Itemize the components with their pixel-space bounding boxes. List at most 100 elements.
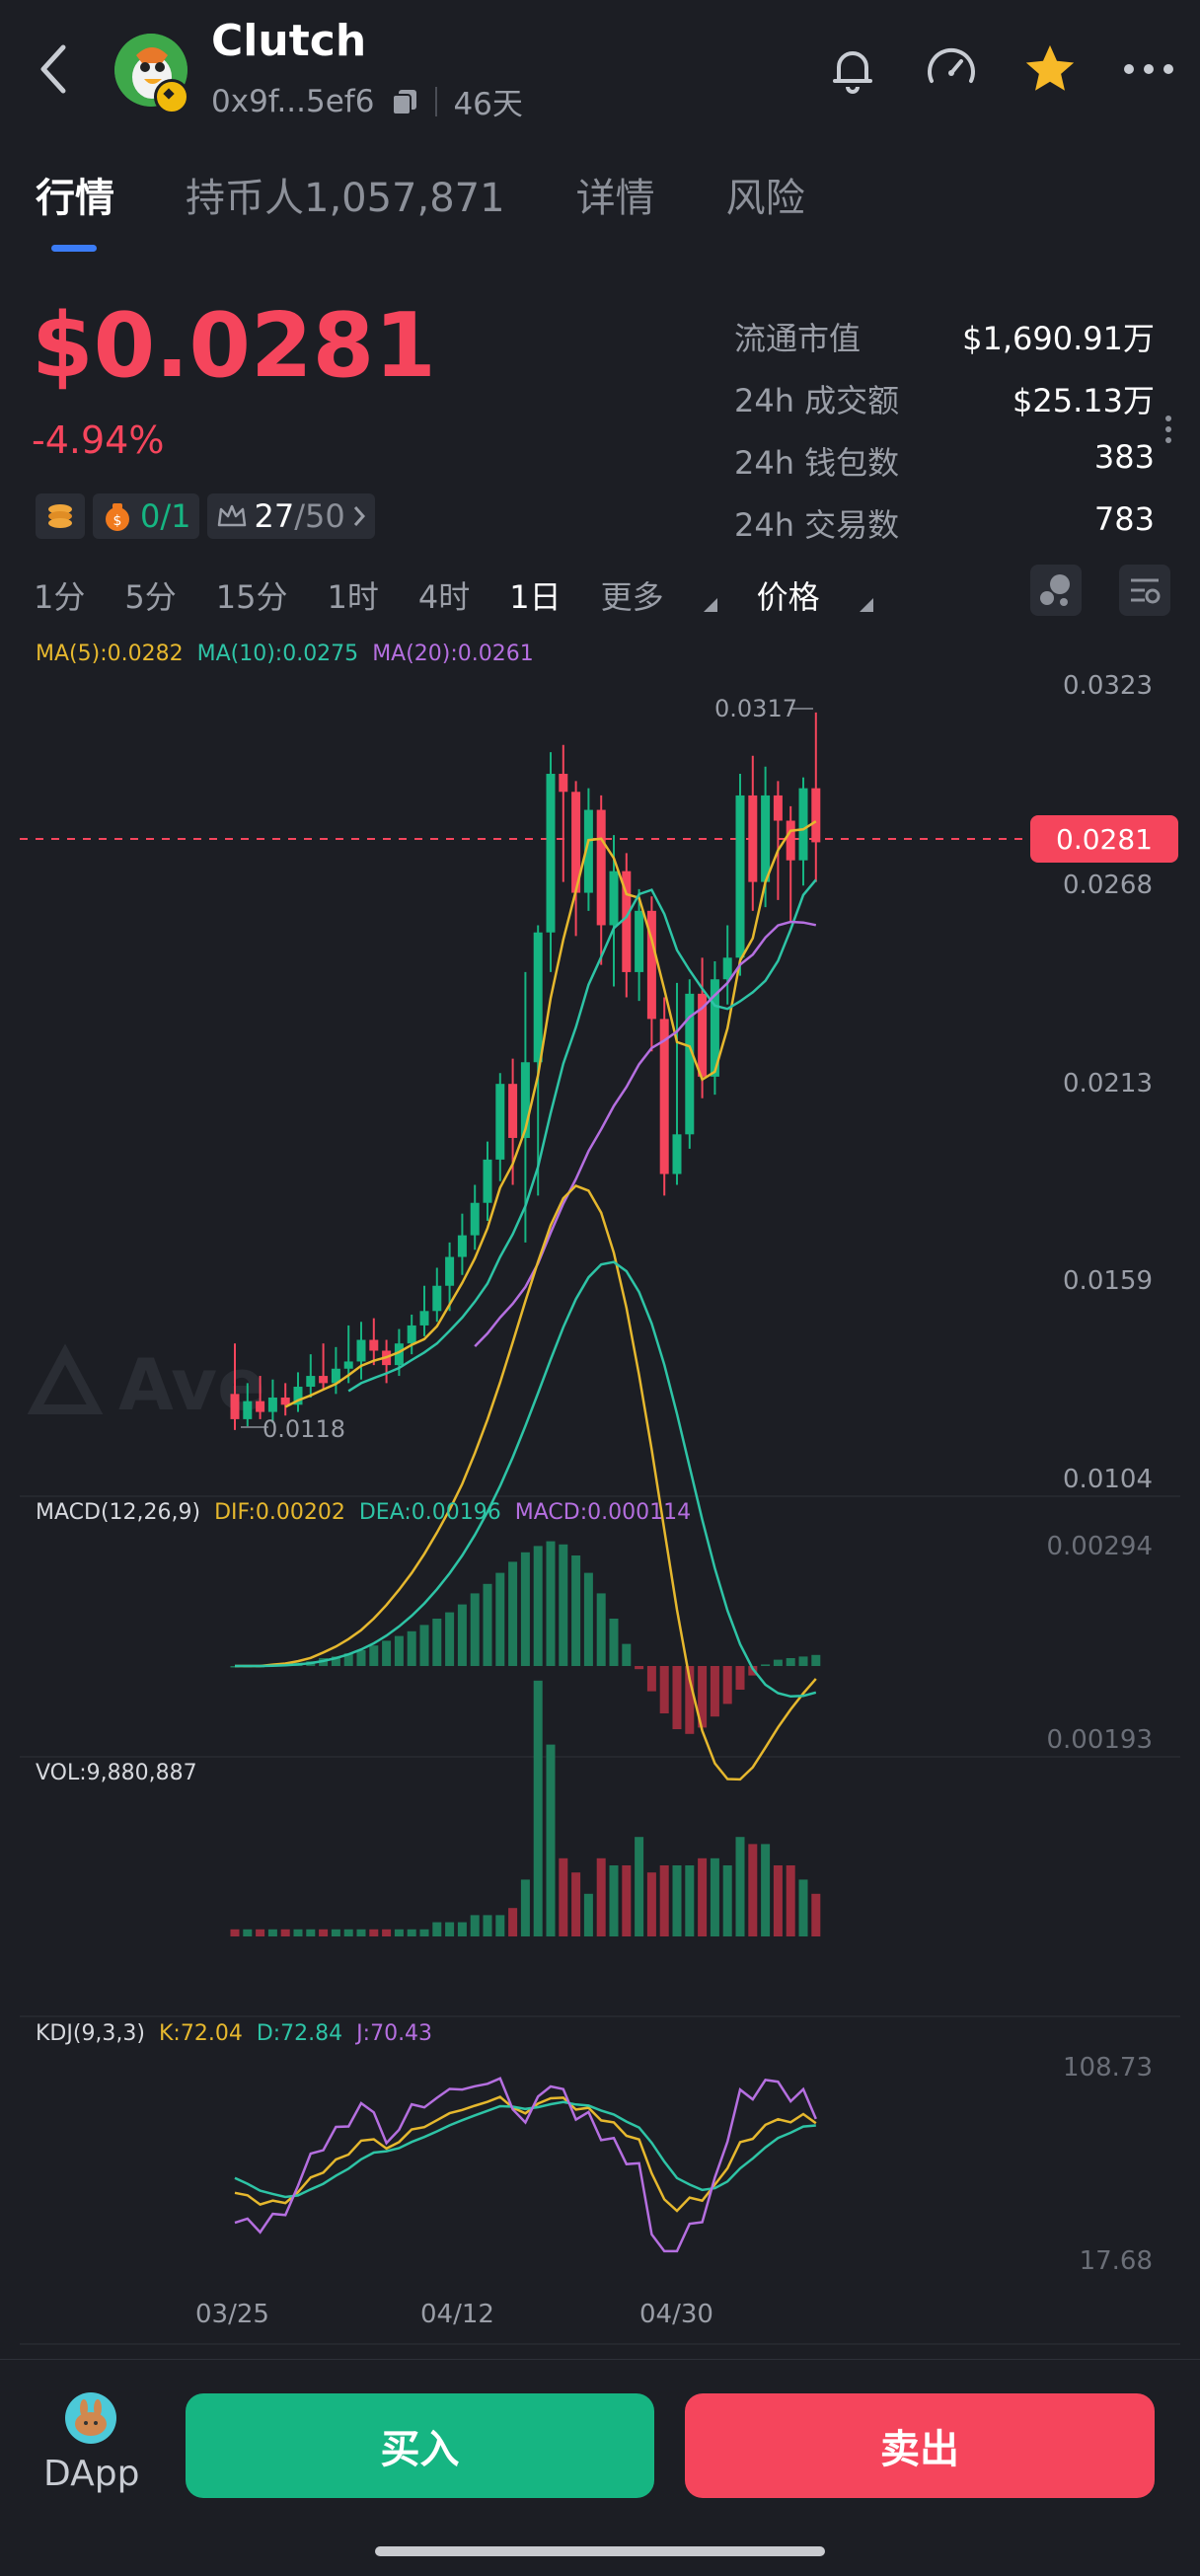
macd-bar	[646, 1666, 656, 1692]
macd-bar	[369, 1645, 379, 1666]
candle	[230, 1394, 240, 1419]
volume-bar	[811, 1893, 821, 1936]
macd-bar	[622, 1643, 632, 1666]
candle	[407, 1325, 416, 1344]
candle	[559, 774, 568, 793]
volume-bar	[722, 1865, 732, 1936]
volume-bar	[786, 1865, 795, 1936]
candle	[356, 1339, 366, 1362]
volume-bar	[559, 1857, 568, 1936]
candle	[343, 1361, 353, 1369]
candle	[761, 795, 771, 882]
candle	[798, 788, 808, 861]
macd-axis-label: 0.00193	[1046, 1725, 1153, 1755]
macd-bar	[432, 1619, 442, 1666]
k-line	[234, 2095, 817, 2213]
candle	[508, 1084, 518, 1138]
price-axis-label: 0.0323	[1063, 671, 1153, 701]
candle	[786, 820, 795, 861]
kdj-axis-label: 17.68	[1079, 2246, 1153, 2276]
volume-bar	[243, 1929, 253, 1936]
candle	[672, 1134, 682, 1174]
macd-bar	[596, 1593, 606, 1666]
volume-bar	[356, 1929, 366, 1936]
volume-bar	[546, 1744, 556, 1936]
volume-bar	[483, 1915, 492, 1936]
macd-bar	[635, 1666, 644, 1670]
ma10-line	[347, 878, 817, 1393]
volume-bar	[457, 1922, 467, 1936]
x-axis-label: 04/12	[420, 2300, 494, 2329]
volume-bar	[382, 1929, 392, 1936]
volume-bar	[470, 1915, 480, 1936]
volume-bar	[394, 1929, 404, 1936]
macd-bar	[470, 1593, 480, 1666]
volume-bar	[267, 1929, 277, 1936]
price-axis-label: 0.0159	[1063, 1266, 1153, 1296]
macd-bar	[672, 1666, 682, 1729]
watermark-logo	[27, 1343, 104, 1414]
macd-bar	[445, 1612, 455, 1666]
macd-bar	[483, 1583, 492, 1666]
volume-bar	[407, 1929, 416, 1936]
macd-bar	[773, 1659, 783, 1666]
volume-bar	[319, 1929, 329, 1936]
volume-bar	[508, 1908, 518, 1936]
volume-bar	[685, 1865, 695, 1936]
volume-bar	[280, 1929, 290, 1936]
candle	[609, 871, 619, 926]
volume-bar	[798, 1879, 808, 1936]
pancake-bunny-icon	[65, 2392, 116, 2444]
macd-bar	[533, 1546, 543, 1666]
volume-bar	[520, 1879, 530, 1936]
macd-bar	[722, 1666, 732, 1705]
price-axis-label: 0.0104	[1063, 1465, 1153, 1494]
volume-bar	[710, 1857, 719, 1936]
candle	[722, 957, 732, 980]
candle	[280, 1397, 290, 1405]
kdj-axis-label: 108.73	[1063, 2053, 1153, 2083]
macd-bar	[419, 1625, 429, 1666]
sell-label: 卖出	[880, 2427, 959, 2472]
volume-bar	[646, 1872, 656, 1936]
candle	[306, 1376, 316, 1388]
volume-bar	[622, 1865, 632, 1936]
volume-bar	[306, 1929, 316, 1936]
home-indicator	[375, 2546, 825, 2556]
macd-bar	[786, 1658, 795, 1666]
volume-bar	[761, 1844, 771, 1936]
volume-bar	[533, 1680, 543, 1936]
price-chart[interactable]: Ave	[0, 0, 1200, 2349]
volume-bar	[293, 1929, 303, 1936]
candle	[811, 788, 821, 843]
volume-bar	[571, 1872, 581, 1936]
volume-bar	[495, 1915, 505, 1936]
candle	[432, 1285, 442, 1312]
macd-bar	[520, 1552, 530, 1666]
x-axis-label: 03/25	[195, 2300, 269, 2329]
current-price-tag: 0.0281	[1030, 815, 1178, 863]
candle	[267, 1397, 277, 1412]
candle	[243, 1401, 253, 1419]
buy-button[interactable]: 买入	[186, 2393, 654, 2498]
volume-bar	[583, 1893, 593, 1936]
macd-bar	[735, 1666, 745, 1690]
volume-bar	[735, 1837, 745, 1936]
macd-bar	[457, 1604, 467, 1666]
kdj-legend: KDJ(9,3,3) K:72.04 D:72.84 J:70.43	[36, 2021, 433, 2046]
dapp-button[interactable]: DApp	[43, 2392, 139, 2494]
volume-bar	[773, 1865, 783, 1936]
candle	[735, 795, 745, 958]
volume-bar	[698, 1857, 708, 1936]
volume-bar	[432, 1922, 442, 1936]
high-label: 0.0317	[714, 695, 797, 722]
candle	[596, 809, 606, 926]
macd-legend: MACD(12,26,9) DIF:0.00202 DEA:0.00196 MA…	[36, 1500, 692, 1525]
sell-button[interactable]: 卖出	[685, 2393, 1155, 2498]
candle	[470, 1202, 480, 1236]
macd-bar	[394, 1635, 404, 1666]
macd-bar	[495, 1572, 505, 1666]
macd-bar	[798, 1656, 808, 1666]
buy-label: 买入	[380, 2427, 460, 2472]
macd-bar	[571, 1555, 581, 1666]
